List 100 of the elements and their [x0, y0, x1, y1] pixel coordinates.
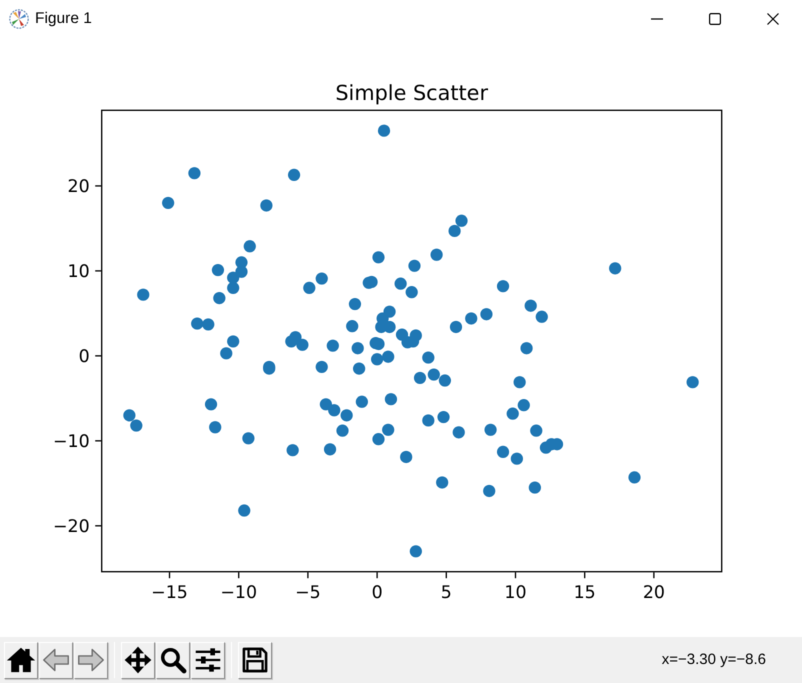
- tick-label: 20: [68, 177, 90, 198]
- scatter-point: [137, 288, 150, 301]
- scatter-point: [365, 276, 378, 288]
- scatter-point: [316, 272, 328, 285]
- scatter-point: [400, 450, 412, 464]
- save-button[interactable]: [238, 642, 272, 678]
- scatter-point: [518, 399, 530, 412]
- scatter-point: [465, 312, 478, 325]
- scatter-point: [340, 409, 353, 422]
- scatter-point: [450, 320, 462, 334]
- scatter-point: [384, 393, 398, 406]
- scatter-point: [328, 404, 340, 416]
- scatter-point: [506, 408, 519, 420]
- tick-label: −15: [151, 583, 188, 603]
- scatter-point: [123, 409, 136, 422]
- scatter-point: [410, 545, 422, 558]
- scatter-point: [320, 398, 332, 410]
- coordinate-readout: x=−3.30 y=−8.6: [662, 650, 766, 670]
- scatter-point: [372, 251, 385, 264]
- scatter-point: [324, 443, 336, 456]
- tick-label: −10: [53, 432, 90, 452]
- zoom-button[interactable]: [156, 642, 190, 678]
- scatter-point: [422, 351, 434, 364]
- right-arrow-icon: [77, 646, 105, 674]
- scatter-point: [455, 214, 468, 227]
- scatter-point: [536, 310, 548, 323]
- scatter-point: [686, 376, 699, 388]
- maximize-icon[interactable]: [709, 13, 721, 25]
- scatter-point: [510, 452, 523, 465]
- logo-icon: [9, 9, 29, 29]
- scatter-point: [227, 282, 240, 294]
- scatter-point: [356, 396, 368, 408]
- scatter-point: [346, 320, 358, 332]
- scatter-point: [372, 433, 385, 446]
- magnifier-icon: [159, 646, 187, 674]
- scatter-point: [326, 340, 339, 352]
- scatter-point: [296, 338, 308, 351]
- tick-label: −10: [220, 583, 258, 603]
- scatter-point: [448, 224, 461, 238]
- scatter-point: [202, 318, 214, 331]
- scatter-point: [336, 424, 349, 437]
- scatter-point: [285, 335, 298, 348]
- scatter-point: [520, 342, 533, 354]
- scatter-point: [286, 444, 299, 456]
- scatter-point: [191, 317, 204, 330]
- tick-label: 15: [574, 583, 596, 603]
- scatter-point: [496, 446, 510, 458]
- scatter-point: [303, 282, 316, 294]
- scatter-point: [452, 426, 465, 438]
- scatter-point: [352, 342, 364, 354]
- tick-label: 0: [372, 583, 383, 603]
- configure-button[interactable]: [191, 642, 225, 678]
- scatter-point: [130, 419, 142, 432]
- scatter-point: [162, 196, 174, 210]
- scatter-point: [484, 424, 497, 436]
- scatter-point: [530, 424, 542, 437]
- scatter-point: [204, 398, 218, 410]
- scatter-point: [609, 262, 622, 274]
- move-arrows-icon: [124, 646, 152, 674]
- scatter-point: [383, 320, 396, 334]
- close-icon[interactable]: [767, 13, 779, 25]
- scatter-point: [227, 335, 240, 348]
- scatter-point: [430, 248, 443, 261]
- scatter-point: [382, 350, 394, 363]
- scatter-point: [235, 266, 248, 278]
- scatter-point: [382, 424, 394, 436]
- scatter-point: [524, 300, 537, 312]
- left-arrow-icon: [42, 646, 70, 674]
- scatter-point: [480, 308, 493, 320]
- scatter-point: [212, 264, 224, 276]
- scatter-point: [496, 280, 510, 292]
- scatter-point: [209, 421, 222, 434]
- scatter-point: [378, 124, 390, 137]
- scatter-point: [372, 338, 385, 350]
- scatter-point: [436, 476, 448, 489]
- home-icon: [7, 646, 35, 674]
- scatter-point: [406, 335, 420, 348]
- scatter-point: [348, 298, 362, 310]
- scatter-point: [316, 360, 328, 374]
- scatter-point: [188, 167, 201, 180]
- scatter-point: [242, 432, 254, 444]
- scatter-point: [406, 286, 418, 298]
- scatter-point: [438, 374, 451, 387]
- tick-label: 5: [440, 583, 452, 603]
- scatter-point: [528, 481, 541, 494]
- scatter-point: [628, 471, 641, 484]
- scatter-point: [238, 504, 250, 517]
- home-button[interactable]: [4, 642, 38, 678]
- scatter-point: [414, 372, 426, 384]
- chart-title: Simple Scatter: [335, 81, 488, 105]
- scatter-point: [244, 240, 256, 252]
- scatter-point: [394, 278, 407, 290]
- scatter-point: [353, 362, 366, 375]
- scatter-point: [422, 414, 434, 427]
- minimize-icon[interactable]: [651, 18, 663, 20]
- scatter-point: [288, 168, 300, 181]
- scatter-point: [483, 484, 496, 498]
- pan-button[interactable]: [121, 642, 155, 678]
- scatter-point: [260, 199, 272, 212]
- scatter-point: [371, 353, 384, 366]
